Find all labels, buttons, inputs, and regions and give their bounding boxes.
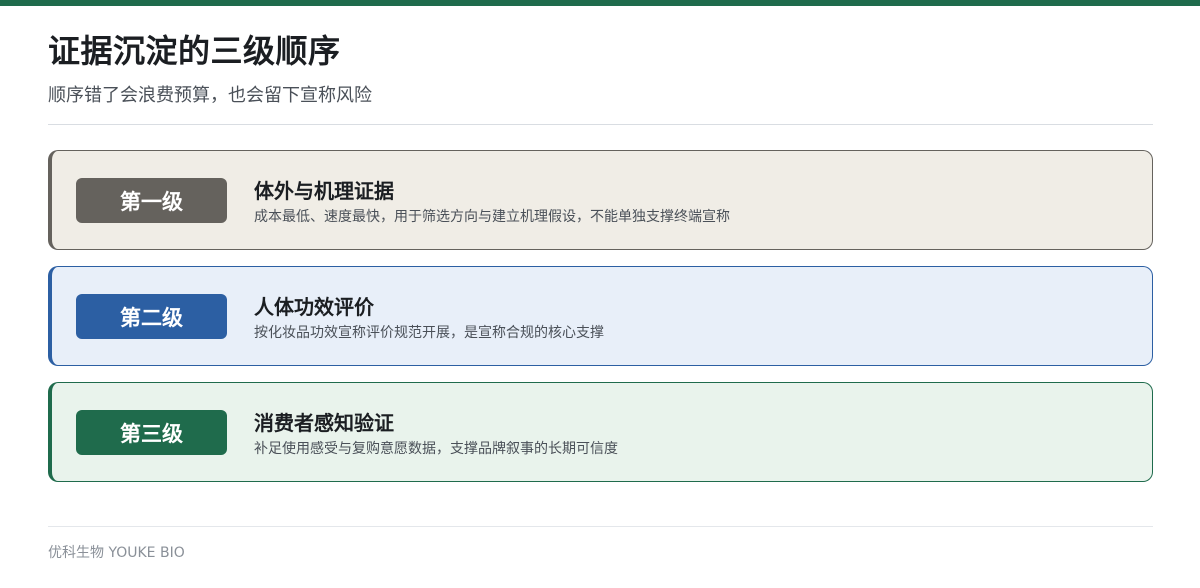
level-title: 人体功效评价: [254, 295, 374, 319]
level-description: 按化妆品功效宣称评价规范开展，是宣称合规的核心支撑: [254, 325, 604, 341]
page-title: 证据沉淀的三级顺序: [48, 32, 341, 70]
level-badge: 第一级: [76, 178, 227, 223]
level-card-1: 第一级 体外与机理证据 成本最低、速度最快，用于筛选方向与建立机理假设，不能单独…: [48, 150, 1153, 250]
footer-brand: 优科生物 YOUKE BIO: [48, 545, 185, 561]
level-title: 体外与机理证据: [254, 179, 394, 203]
header-divider: [48, 124, 1153, 125]
level-description: 成本最低、速度最快，用于筛选方向与建立机理假设，不能单独支撑终端宣称: [254, 209, 730, 225]
top-accent-bar: [0, 0, 1200, 6]
level-card-2: 第二级 人体功效评价 按化妆品功效宣称评价规范开展，是宣称合规的核心支撑: [48, 266, 1153, 366]
level-title: 消费者感知验证: [254, 411, 394, 435]
page-subtitle: 顺序错了会浪费预算，也会留下宣称风险: [48, 85, 372, 106]
level-badge: 第三级: [76, 410, 227, 455]
footer-divider: [48, 526, 1153, 527]
level-description: 补足使用感受与复购意愿数据，支撑品牌叙事的长期可信度: [254, 441, 618, 457]
level-badge: 第二级: [76, 294, 227, 339]
level-card-3: 第三级 消费者感知验证 补足使用感受与复购意愿数据，支撑品牌叙事的长期可信度: [48, 382, 1153, 482]
